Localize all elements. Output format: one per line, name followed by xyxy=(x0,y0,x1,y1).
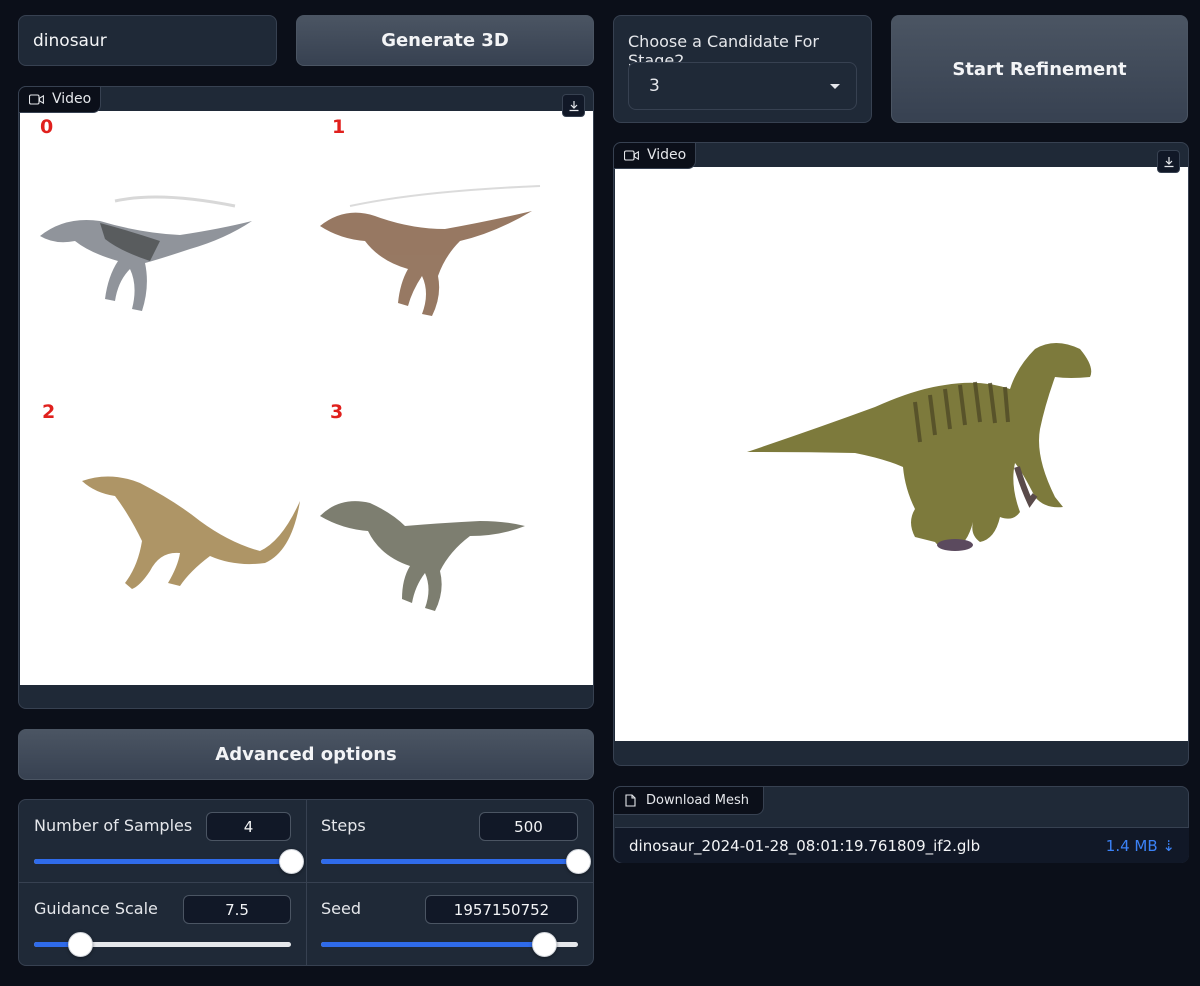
candidate-select-block: Choose a Candidate For Stage2 3 xyxy=(613,15,872,123)
download-icon xyxy=(569,100,578,111)
download-mesh-label: Download Mesh xyxy=(646,793,749,808)
start-refinement-button[interactable]: Start Refinement xyxy=(891,15,1188,123)
seed-number-input[interactable]: 1957150752 xyxy=(425,895,578,924)
start-refinement-label: Start Refinement xyxy=(952,58,1127,80)
seed-slider-thumb[interactable] xyxy=(532,932,558,957)
candidate-0-dinosaur xyxy=(40,185,541,611)
advanced-options-button[interactable]: Advanced options xyxy=(18,729,594,780)
candidate-select-dropdown[interactable]: 3 xyxy=(628,62,857,110)
file-icon xyxy=(625,794,636,807)
refined-video-label: Video xyxy=(647,147,687,163)
guidance-slider-thumb[interactable] xyxy=(67,932,93,957)
mesh-filename: dinosaur_2024-01-28_08:01:19.761809_if2.… xyxy=(629,836,981,855)
samples-number-input[interactable]: 4 xyxy=(206,812,291,841)
video-camera-icon xyxy=(29,93,44,105)
samples-slider-track[interactable] xyxy=(34,849,304,874)
samples-slider-thumb[interactable] xyxy=(278,849,304,874)
download-mesh-tag: Download Mesh xyxy=(613,786,764,815)
steps-slider-block: Steps 500 xyxy=(307,800,594,882)
candidates-video-download-button[interactable] xyxy=(562,94,585,117)
guidance-slider-track[interactable] xyxy=(34,932,291,957)
seed-slider-block: Seed 1957150752 xyxy=(307,883,594,965)
candidates-video-tag: Video xyxy=(18,86,102,113)
generate-3d-label: Generate 3D xyxy=(381,30,509,51)
prompt-input[interactable]: dinosaur xyxy=(18,15,277,66)
seed-label: Seed xyxy=(321,899,361,918)
guidance-slider-block: Guidance Scale 7.5 xyxy=(19,883,306,965)
candidate-select-value: 3 xyxy=(649,76,660,96)
seed-slider-fill xyxy=(321,942,545,947)
caret-down-icon xyxy=(830,83,840,89)
download-icon xyxy=(1164,156,1173,167)
samples-label: Number of Samples xyxy=(34,816,193,835)
refined-video[interactable] xyxy=(615,167,1188,741)
steps-slider-track[interactable] xyxy=(321,849,591,874)
samples-value: 4 xyxy=(243,817,254,836)
video-camera-icon xyxy=(624,149,639,161)
prompt-input-value: dinosaur xyxy=(33,30,107,51)
seed-slider-track[interactable] xyxy=(321,932,578,957)
samples-slider-fill xyxy=(34,859,291,864)
refined-video-panel: Video xyxy=(613,142,1189,766)
download-mesh-panel: Download Mesh dinosaur_2024-01-28_08:01:… xyxy=(613,786,1189,863)
steps-number-input[interactable]: 500 xyxy=(479,812,578,841)
advanced-options-panel: Number of Samples 4 Steps 500 Guidance S… xyxy=(18,799,594,966)
samples-slider-block: Number of Samples 4 xyxy=(19,800,306,882)
generate-3d-button[interactable]: Generate 3D xyxy=(296,15,594,66)
candidates-video-label: Video xyxy=(52,91,92,107)
refined-dinosaur xyxy=(747,343,1092,551)
steps-slider-fill xyxy=(321,859,578,864)
guidance-label: Guidance Scale xyxy=(34,899,158,918)
steps-value: 500 xyxy=(514,817,543,836)
mesh-file-row[interactable]: dinosaur_2024-01-28_08:01:19.761809_if2.… xyxy=(615,827,1189,863)
refined-video-tag: Video xyxy=(613,142,697,169)
seed-value: 1957150752 xyxy=(453,900,550,919)
guidance-number-input[interactable]: 7.5 xyxy=(183,895,291,924)
steps-slider-thumb[interactable] xyxy=(565,849,591,874)
candidates-video[interactable]: 0 1 2 3 xyxy=(20,111,593,685)
refined-video-download-button[interactable] xyxy=(1157,150,1180,173)
candidates-video-panel: 0 1 2 3 Video xyxy=(18,86,594,709)
guidance-value: 7.5 xyxy=(225,900,249,919)
advanced-options-label: Advanced options xyxy=(215,744,397,765)
mesh-file-size-link[interactable]: 1.4 MB ⇣ xyxy=(1106,837,1175,855)
steps-label: Steps xyxy=(321,816,366,835)
